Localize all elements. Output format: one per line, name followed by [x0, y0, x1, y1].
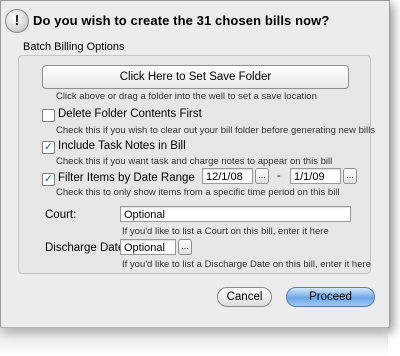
date-filter-checkbox[interactable]: ✓ [42, 173, 55, 186]
start-date-field[interactable]: 12/1/08 [202, 168, 253, 184]
proceed-button[interactable]: Proceed [286, 287, 375, 307]
date-range-separator: - [277, 170, 281, 182]
delete-contents-checkbox[interactable] [42, 109, 55, 122]
group-label: Batch Billing Options [23, 41, 125, 53]
task-notes-help: Check this if you want task and charge n… [56, 156, 333, 167]
court-field[interactable]: Optional [120, 206, 351, 222]
end-date-picker-button[interactable]: ... [343, 168, 357, 184]
discharge-date-field[interactable]: Optional [120, 239, 176, 255]
delete-contents-help: Check this if you wish to clear out your… [56, 125, 375, 136]
discharge-date-label: Discharge Date: [45, 242, 128, 254]
court-help: If you'd like to list a Court on this bi… [122, 226, 329, 237]
date-filter-label: Filter Items by Date Range [58, 172, 195, 184]
dialog-title: Do you wish to create the 31 chosen bill… [33, 13, 330, 28]
court-label: Court: [45, 209, 77, 221]
start-date-picker-button[interactable]: ... [255, 168, 269, 184]
discharge-date-picker-button[interactable]: ... [178, 239, 192, 255]
dialog-reflection [0, 327, 388, 356]
end-date-field[interactable]: 1/1/09 [290, 168, 341, 184]
batch-billing-dialog: ! Do you wish to create the 31 chosen bi… [0, 0, 390, 328]
task-notes-checkbox[interactable]: ✓ [42, 141, 55, 154]
discharge-date-help: If you'd like to list a Discharge Date o… [122, 259, 371, 270]
task-notes-label: Include Task Notes in Bill [58, 140, 186, 152]
date-filter-help: Check this to only show items from a spe… [56, 187, 340, 198]
cancel-button[interactable]: Cancel [217, 287, 272, 307]
delete-contents-label: Delete Folder Contents First [58, 108, 202, 120]
set-save-folder-button[interactable]: Click Here to Set Save Folder [42, 65, 349, 89]
save-folder-help: Click above or drag a folder into the we… [56, 91, 317, 102]
alert-icon: ! [5, 9, 29, 33]
